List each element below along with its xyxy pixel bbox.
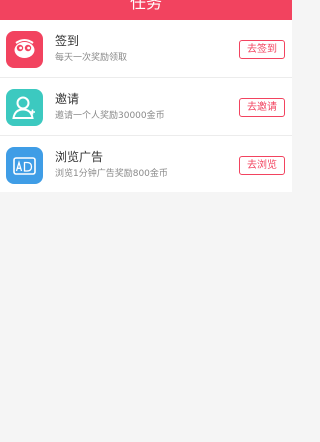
- task-title: 邀请: [55, 92, 80, 106]
- sign-in-icon: [6, 31, 43, 68]
- app-header: 任务: [0, 0, 292, 20]
- invite-user-icon: [6, 89, 43, 126]
- task-list: 签到 每天一次奖励领取 去签到 邀请 邀请一个人奖励30000金币 去邀请 浏览…: [0, 20, 292, 192]
- ad-icon: [6, 147, 43, 184]
- page-title: 任务: [129, 0, 162, 12]
- go-invite-button[interactable]: 去邀请: [239, 98, 285, 117]
- task-subtitle: 浏览1分钟广告奖励800金币: [55, 169, 168, 179]
- task-row-sign-in: 签到 每天一次奖励领取 去签到: [0, 20, 292, 78]
- go-browse-button[interactable]: 去浏览: [239, 156, 285, 175]
- task-title: 浏览广告: [55, 150, 104, 164]
- task-row-invite: 邀请 邀请一个人奖励30000金币 去邀请: [0, 78, 292, 136]
- task-subtitle: 邀请一个人奖励30000金币: [55, 111, 165, 121]
- go-sign-in-button[interactable]: 去签到: [239, 40, 285, 59]
- task-subtitle: 每天一次奖励领取: [55, 53, 128, 63]
- task-row-browse-ad: 浏览广告 浏览1分钟广告奖励800金币 去浏览: [0, 136, 292, 192]
- task-title: 签到: [55, 34, 80, 48]
